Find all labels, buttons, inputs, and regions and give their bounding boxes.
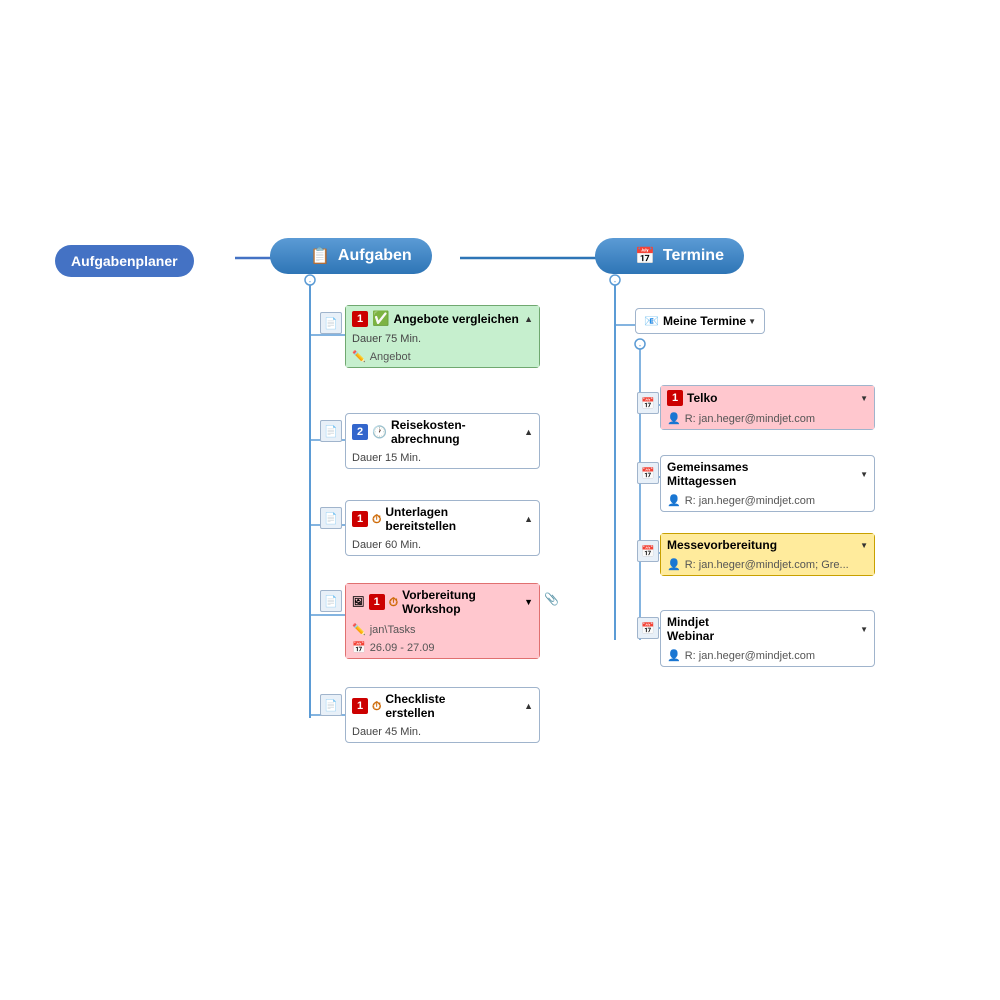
task2-dauer: Dauer 15 Min. bbox=[352, 452, 421, 464]
appt3-title: Messevorbereitung bbox=[667, 538, 777, 552]
task4-title: VorbereitungWorkshop bbox=[402, 588, 476, 616]
task4-dropdown: ▼ bbox=[524, 597, 533, 607]
appt-card-2[interactable]: 📅 GemeinsamesMittagessen ▼ 👤 R: jan.hege… bbox=[660, 455, 875, 512]
task1-priority: 1 bbox=[352, 311, 368, 327]
task4-priority: 1 bbox=[369, 594, 385, 610]
appt2-cal-icon: 📅 bbox=[637, 462, 659, 484]
svg-text:-: - bbox=[309, 277, 312, 286]
termine-icon: 📅 bbox=[635, 246, 655, 266]
task1-dauer: Dauer 75 Min. bbox=[352, 333, 421, 345]
task1-detail: Angebot bbox=[370, 351, 411, 363]
appt3-person-icon: 👤 bbox=[667, 558, 681, 571]
task5-title: Checklisteerstellen bbox=[385, 692, 445, 720]
appt1-person-icon: 👤 bbox=[667, 412, 681, 425]
appt3-dropdown[interactable]: ▼ bbox=[860, 541, 868, 550]
appt4-title: MindjetWebinar bbox=[667, 615, 714, 643]
task4-detail-icon2: 📅 bbox=[352, 641, 366, 654]
task-card-4[interactable]: 📄 🖼 1 ⏱ VorbereitungWorkshop ▼ ✏️ jan\Ta… bbox=[345, 583, 540, 659]
task4-attachment-icon: 📎 bbox=[544, 592, 559, 606]
task2-priority: 2 bbox=[352, 424, 368, 440]
task5-dauer: Dauer 45 Min. bbox=[352, 726, 421, 738]
task5-status-icon: ⏱ bbox=[372, 699, 381, 714]
appt3-cal-icon: 📅 bbox=[637, 540, 659, 562]
task-card-3[interactable]: 📄 1 ⏱ Unterlagenbereitstellen ▲ Dauer 60… bbox=[345, 500, 540, 556]
aufgaben-label: Aufgaben bbox=[338, 247, 412, 265]
appt1-cal-icon: 📅 bbox=[637, 392, 659, 414]
task4-extra-icon: 🖼 bbox=[352, 597, 365, 608]
central-node-label: Aufgabenplaner bbox=[71, 253, 178, 269]
task-card-1[interactable]: 📄 1 ✅ Angebote vergleichen ▲ Dauer 75 Mi… bbox=[345, 305, 540, 368]
aufgaben-icon: 📋 bbox=[310, 246, 330, 266]
appt4-cal-icon: 📅 bbox=[637, 617, 659, 639]
appt4-person-icon: 👤 bbox=[667, 649, 681, 662]
task-card-2[interactable]: 📄 2 🕐 Reisekosten-abrechnung ▲ Dauer 15 … bbox=[345, 413, 540, 469]
meine-termine-dropdown[interactable]: ▼ bbox=[748, 317, 756, 326]
task1-status-icon: ✅ bbox=[372, 310, 389, 327]
meine-termine-node[interactable]: 📧 Meine Termine ▼ bbox=[635, 308, 765, 334]
appt-card-3[interactable]: 📅 Messevorbereitung ▼ 👤 R: jan.heger@min… bbox=[660, 533, 875, 576]
task5-chevron: ▲ bbox=[524, 701, 533, 711]
appt1-dropdown[interactable]: ▼ bbox=[860, 394, 868, 403]
task4-detail1: jan\Tasks bbox=[370, 624, 416, 636]
task3-title: Unterlagenbereitstellen bbox=[385, 505, 456, 533]
task4-detail-icon1: ✏️ bbox=[352, 623, 366, 636]
task3-doc-icon: 📄 bbox=[320, 507, 342, 529]
task1-chevron: ▲ bbox=[524, 314, 533, 324]
appt4-dropdown[interactable]: ▼ bbox=[860, 625, 868, 634]
termine-node[interactable]: 📅 Termine bbox=[595, 238, 744, 274]
termine-label: Termine bbox=[663, 247, 724, 265]
appt4-attendee: R: jan.heger@mindjet.com bbox=[685, 650, 815, 662]
task2-doc-icon: 📄 bbox=[320, 420, 342, 442]
appt-card-1[interactable]: 📅 1 Telko ▼ 👤 R: jan.heger@mindjet.com bbox=[660, 385, 875, 430]
meine-termine-label: Meine Termine bbox=[663, 314, 746, 328]
svg-text:-: - bbox=[639, 341, 642, 350]
meine-termine-icon: 📧 bbox=[644, 314, 659, 328]
svg-text:-: - bbox=[614, 277, 617, 286]
task2-status-icon: 🕐 bbox=[372, 425, 387, 439]
appt1-attendee: R: jan.heger@mindjet.com bbox=[685, 413, 815, 425]
task3-dauer: Dauer 60 Min. bbox=[352, 539, 421, 551]
appt2-dropdown[interactable]: ▼ bbox=[860, 470, 868, 479]
task-card-5[interactable]: 📄 1 ⏱ Checklisteerstellen ▲ Dauer 45 Min… bbox=[345, 687, 540, 743]
task3-priority: 1 bbox=[352, 511, 368, 527]
appt3-attendee: R: jan.heger@mindjet.com; Gre... bbox=[685, 559, 849, 571]
central-node[interactable]: Aufgabenplaner bbox=[55, 245, 194, 277]
appt1-priority: 1 bbox=[667, 390, 683, 406]
appt2-attendee: R: jan.heger@mindjet.com bbox=[685, 495, 815, 507]
task1-doc-icon: 📄 bbox=[320, 312, 342, 334]
task4-doc-icon: 📄 bbox=[320, 590, 342, 612]
appt2-person-icon: 👤 bbox=[667, 494, 681, 507]
task2-title: Reisekosten-abrechnung bbox=[391, 418, 466, 446]
task4-detail2: 26.09 - 27.09 bbox=[370, 642, 435, 654]
task5-priority: 1 bbox=[352, 698, 368, 714]
appt1-title: Telko bbox=[687, 391, 717, 405]
task1-title: Angebote vergleichen bbox=[393, 312, 518, 326]
task3-chevron: ▲ bbox=[524, 514, 533, 524]
task2-chevron: ▲ bbox=[524, 427, 533, 437]
appt-card-4[interactable]: 📅 MindjetWebinar ▼ 👤 R: jan.heger@mindje… bbox=[660, 610, 875, 667]
task1-detail-icon: ✏️ bbox=[352, 350, 366, 363]
task5-doc-icon: 📄 bbox=[320, 694, 342, 716]
appt2-title: GemeinsamesMittagessen bbox=[667, 460, 748, 488]
task3-status-icon: ⏱ bbox=[372, 512, 381, 527]
task4-status-icon: ⏱ bbox=[389, 595, 398, 610]
aufgaben-node[interactable]: 📋 Aufgaben bbox=[270, 238, 432, 274]
